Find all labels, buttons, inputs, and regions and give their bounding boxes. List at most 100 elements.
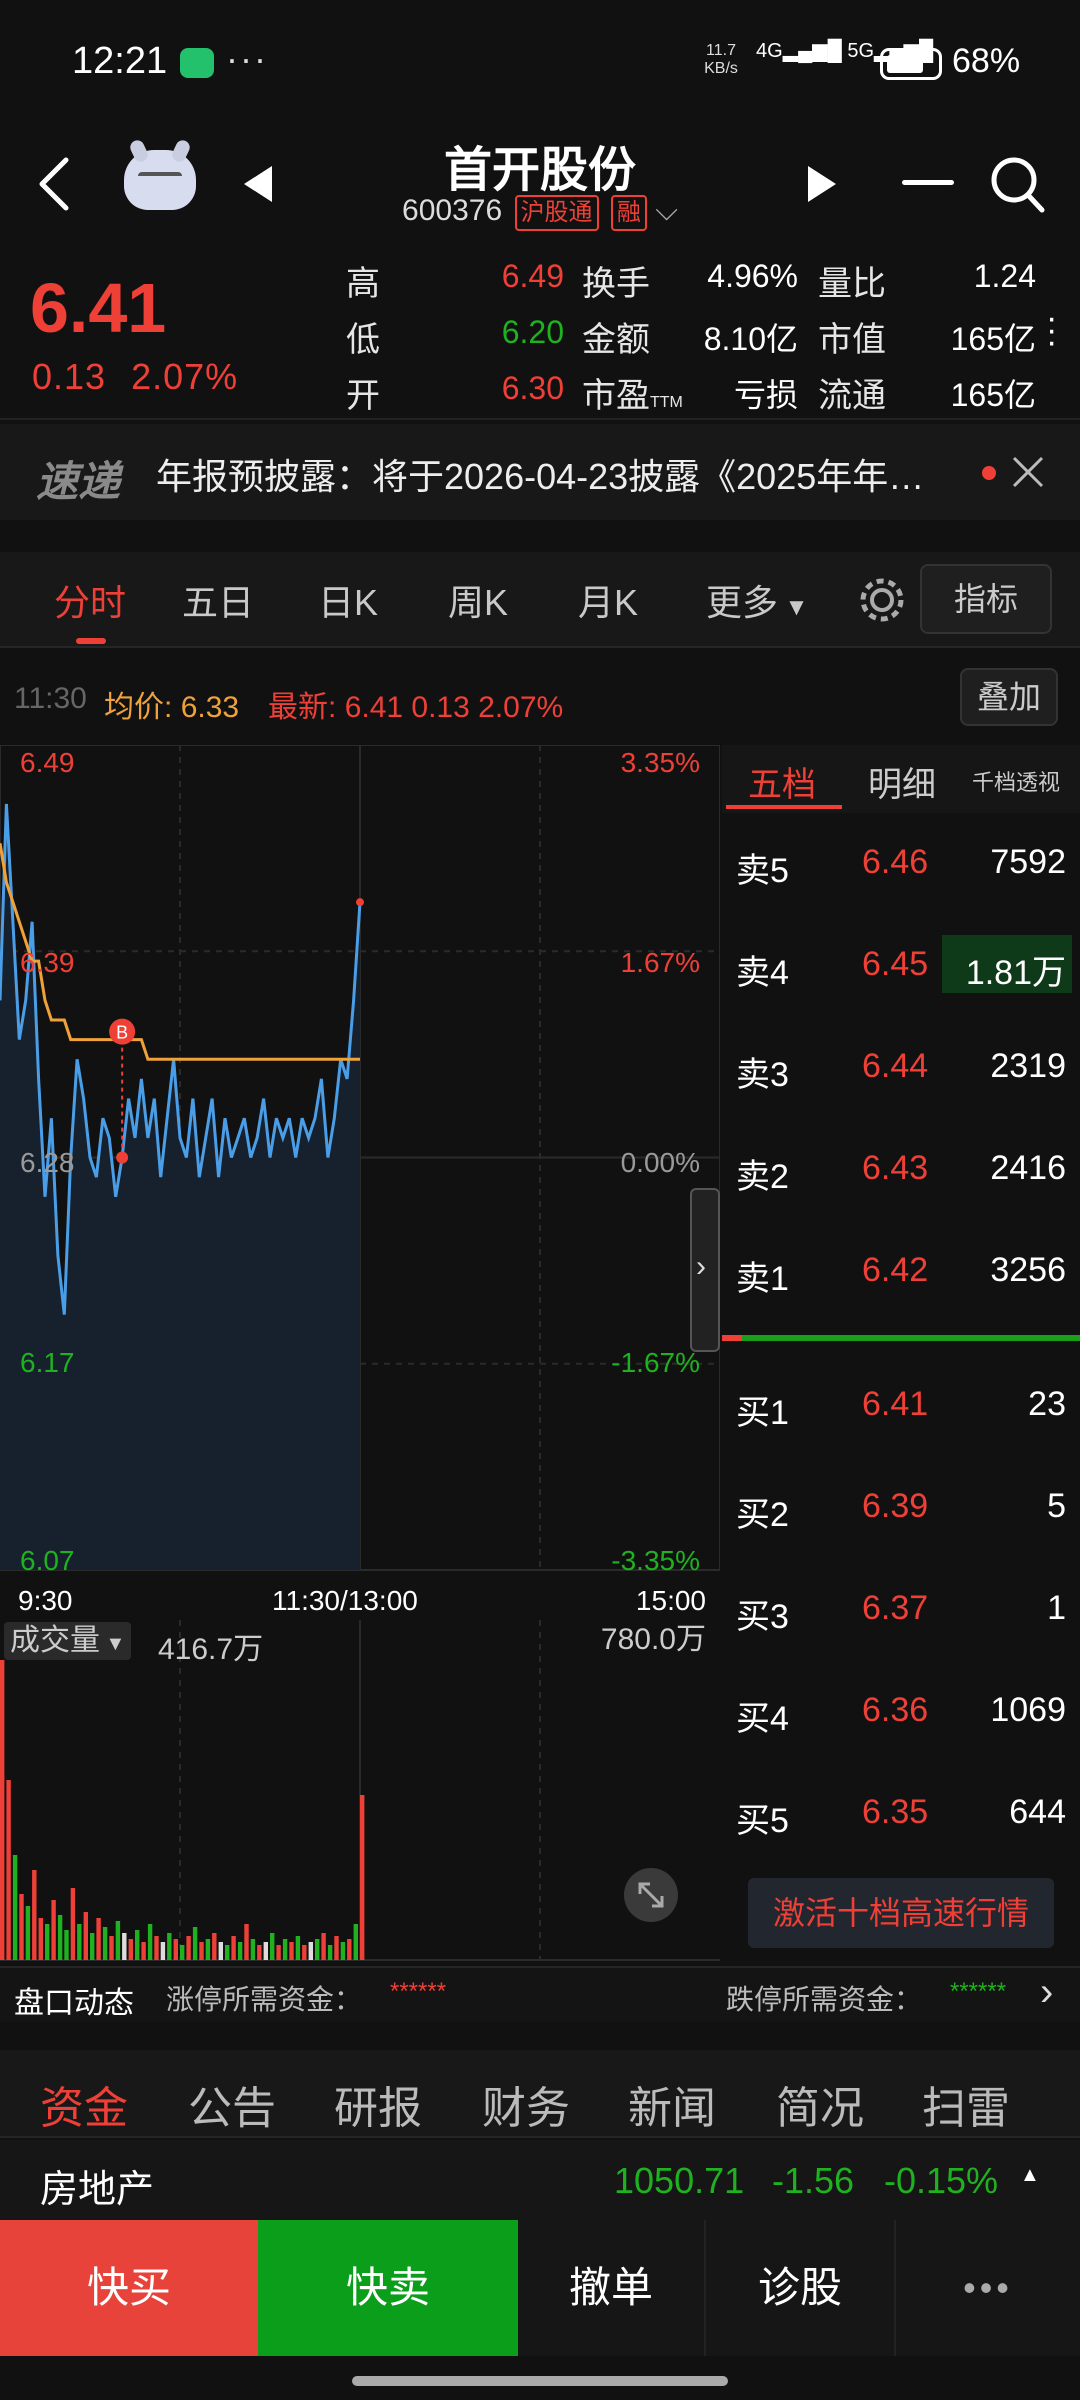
volume-max: 780.0万 <box>600 1623 706 1656</box>
volume-chart-svg <box>0 1620 720 1961</box>
sell-row-4[interactable]: 卖4 6.45 1.81万 <box>722 915 1080 1017</box>
status-bar: 12:21 ··· 11.7 KB/s 4G▂▄▆█ 5G▂▄▆█ 68% <box>0 0 1080 130</box>
search-icon[interactable] <box>988 152 1048 216</box>
x-tick-0: 9:30 <box>18 1585 73 1616</box>
tab-daily-k[interactable]: 日K <box>318 574 378 626</box>
tab-monthly-k[interactable]: 月K <box>578 574 638 626</box>
order-flow-title: 盘口动态 <box>14 1987 134 2020</box>
pe-label: 市盈TTM <box>582 368 683 417</box>
volume-bar <box>353 1924 358 1960</box>
tab-research[interactable]: 研报 <box>334 2072 422 2136</box>
ticker-text[interactable]: 年报预披露：将于2026-04-23披露《2025年年度报告》 <box>156 448 956 500</box>
turnover-label: 换手 <box>582 265 650 303</box>
tab-financials[interactable]: 财务 <box>482 2072 570 2136</box>
tab-five-levels[interactable]: 五档 <box>748 757 816 806</box>
pe-label-text: 市盈 <box>582 377 650 415</box>
tab-more[interactable]: 更多 ▼ <box>706 574 808 626</box>
tab-weekly-k[interactable]: 周K <box>448 574 508 626</box>
volume-bar <box>250 1939 256 1960</box>
overlay-button[interactable]: 叠加 <box>960 668 1058 726</box>
sell-label: 卖1 <box>736 1260 789 1298</box>
buy-row-2[interactable]: 买2 6.39 5 <box>722 1457 1080 1559</box>
volume-bar <box>225 1945 230 1960</box>
buy-row-1[interactable]: 买1 6.41 23 <box>722 1355 1080 1457</box>
change-value: 0.13 <box>32 356 107 397</box>
market-cap-label: 市值 <box>818 321 886 359</box>
trade-point <box>116 1151 129 1164</box>
volume-indicator-dropdown[interactable]: 成交量 ▼ <box>4 1622 132 1660</box>
low-label: 低 <box>346 321 380 359</box>
tab-announcements[interactable]: 公告 <box>188 2072 276 2136</box>
volume-bar <box>289 1942 294 1960</box>
sell-row-2[interactable]: 卖2 6.43 2416 <box>722 1119 1080 1221</box>
battery-percent: 68% <box>952 42 1021 80</box>
buy-volume: 5 <box>1047 1487 1066 1525</box>
buy-row-4[interactable]: 买4 6.36 1069 <box>722 1661 1080 1763</box>
volume-chart[interactable]: 成交量 ▼ 416.7万 780.0万 <box>0 1620 720 1965</box>
quick-sell-button[interactable]: 快卖 <box>258 2220 518 2356</box>
close-icon[interactable] <box>1010 454 1046 490</box>
more-vertical-icon[interactable]: · · · <box>1046 301 1057 359</box>
volume-bar <box>212 1933 217 1960</box>
tab-news[interactable]: 新闻 <box>628 2072 716 2136</box>
activate-ten-level-button[interactable]: 激活十档高速行情 <box>748 1878 1054 1948</box>
low-value: 6.20 <box>501 314 564 350</box>
intraday-chart[interactable]: B 6.49 6.39 6.28 6.17 6.07 3.35% 1.67% 0… <box>0 744 721 1616</box>
expand-book-handle[interactable]: › <box>690 1188 720 1352</box>
volume-bar <box>199 1942 204 1960</box>
tab-thousand-levels[interactable]: 千档透视 <box>972 765 1060 797</box>
quick-buy-button[interactable]: 快买 <box>0 2220 258 2356</box>
volume-bar <box>154 1936 159 1960</box>
home-indicator[interactable] <box>352 2376 728 2386</box>
volume-bar <box>141 1942 146 1960</box>
limit-up-label: 涨停所需资金： <box>166 1984 363 2015</box>
y-tick-right-2: 0.00% <box>620 1147 700 1178</box>
news-ticker[interactable]: 速递 年报预披露：将于2026-04-23披露《2025年年度报告》 <box>0 424 1080 520</box>
sector-change: -1.56 <box>772 2160 855 2201</box>
buy-volume: 23 <box>1028 1385 1066 1423</box>
more-notifications-icon: ··· <box>226 38 268 79</box>
book-tab-indicator <box>726 805 842 809</box>
sell-label: 卖3 <box>736 1056 789 1094</box>
cancel-order-button[interactable]: 撤单 <box>518 2220 704 2356</box>
margin-tag: 融 <box>610 195 647 231</box>
more-actions-button[interactable]: ••• <box>894 2220 1080 2356</box>
volume-bar <box>180 1945 185 1960</box>
tab-details[interactable]: 明细 <box>868 757 936 806</box>
sell-volume: 7592 <box>990 843 1066 881</box>
ticker-brand: 速递 <box>36 458 121 505</box>
price-change: 0.13 2.07% <box>32 356 238 398</box>
tab-profile[interactable]: 简况 <box>776 2072 864 2136</box>
tab-funds[interactable]: 资金 <box>40 2072 128 2136</box>
buy-label: 买5 <box>736 1802 789 1840</box>
tab-intraday[interactable]: 分时 <box>54 574 126 626</box>
info-tabs: 资金 公告 研报 财务 新闻 简况 扫雷 <box>0 2050 1080 2138</box>
volume-bar <box>263 1942 268 1960</box>
sell-row-1[interactable]: 卖1 6.42 3256 <box>722 1221 1080 1323</box>
tab-risk-scan[interactable]: 扫雷 <box>922 2072 1010 2136</box>
current-price: 6.41 <box>30 269 167 347</box>
amount-label: 金额 <box>582 321 650 359</box>
sector-row[interactable]: 房地产 1050.71 -1.56 -0.15% ▲ <box>0 2140 1080 2220</box>
buy-price: 6.36 <box>862 1691 929 1729</box>
stock-code-line[interactable]: 600376 沪股通 融 ⌵ <box>0 194 1080 231</box>
gear-icon[interactable] <box>856 574 908 626</box>
avg-value: 6.33 <box>180 691 240 724</box>
order-flow-bar[interactable]: 盘口动态 涨停所需资金： ****** 跌停所需资金： ****** › <box>0 1966 1080 2022</box>
diagnose-button[interactable]: 诊股 <box>704 2220 894 2356</box>
buy-row-5[interactable]: 买5 6.35 644 <box>722 1763 1080 1865</box>
next-stock-icon[interactable] <box>804 162 840 206</box>
status-time: 12:21 <box>72 40 168 82</box>
high-label: 高 <box>346 265 380 303</box>
fullscreen-icon[interactable] <box>624 1868 678 1922</box>
stock-name: 首开股份 <box>443 144 636 197</box>
sell-row-3[interactable]: 卖3 6.44 2319 <box>722 1017 1080 1119</box>
indicator-button[interactable]: 指标 <box>920 564 1052 634</box>
sell-row-5[interactable]: 卖5 6.46 7592 <box>722 813 1080 915</box>
buy-row-3[interactable]: 买3 6.37 1 <box>722 1559 1080 1661</box>
minimize-icon[interactable] <box>902 180 954 185</box>
unread-dot <box>982 466 996 480</box>
sell-price: 6.46 <box>862 843 929 881</box>
y-tick-right-1: 1.67% <box>620 947 700 978</box>
tab-five-day[interactable]: 五日 <box>182 574 254 626</box>
